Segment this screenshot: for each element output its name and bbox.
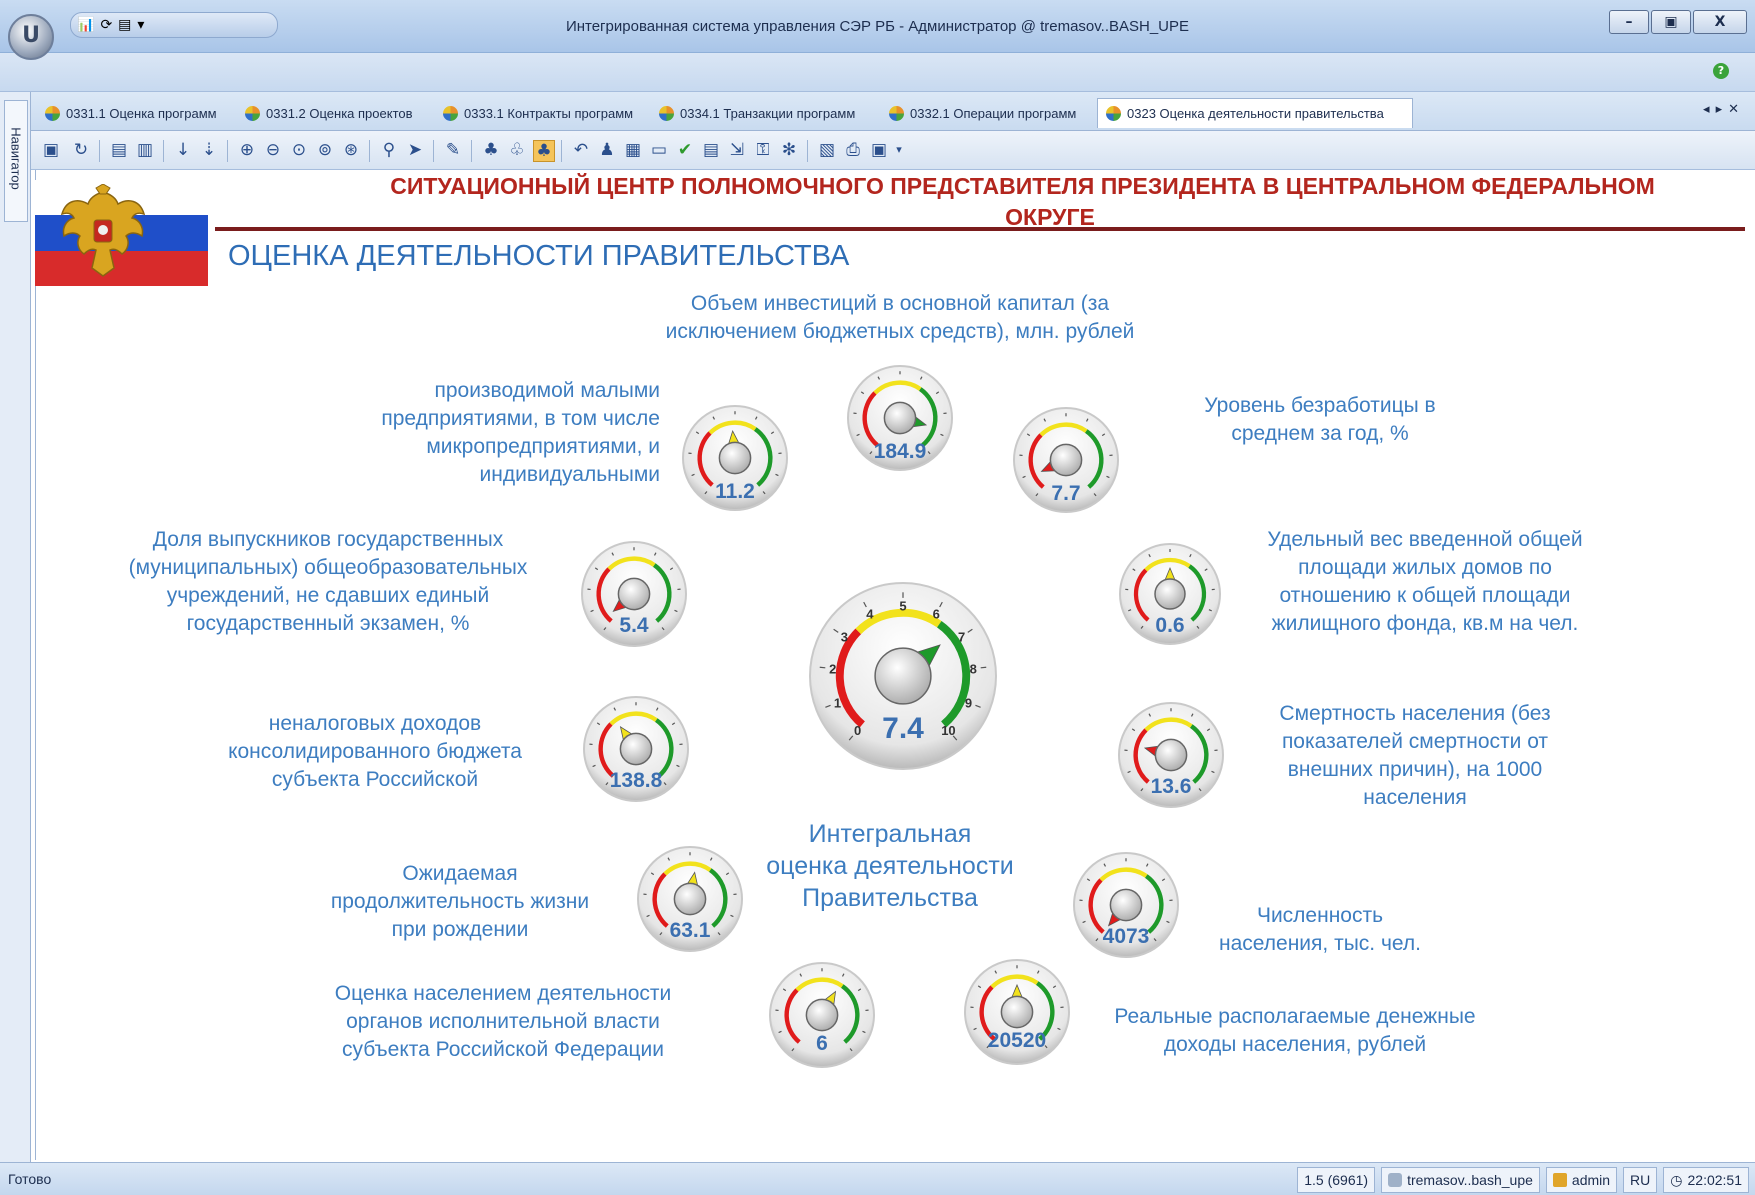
integral-tick-label: 7 [958, 629, 965, 644]
integral-tick-label: 5 [899, 598, 906, 613]
user-icon [1553, 1173, 1567, 1187]
gauge-value: 6 [816, 1032, 828, 1055]
gauge-mortality: 13.6 [1119, 703, 1223, 807]
integral-tick-label: 6 [933, 607, 940, 622]
integral-tick-label: 0 [854, 723, 861, 738]
gauge-income: 20520 [965, 960, 1069, 1064]
integral-tick-label: 9 [965, 695, 972, 710]
gauge-value: 20520 [988, 1029, 1046, 1052]
gauge-investments: 184.9 [848, 366, 952, 470]
gauge-graduates: 5.4 [582, 542, 686, 646]
gauge-nontax: 138.8 [584, 697, 688, 801]
status-panels: 1.5 (6961) tremasov..bash_upe admin RU ◷… [1297, 1167, 1749, 1193]
integral-tick-label: 8 [970, 662, 977, 677]
gauge-knob [1155, 579, 1185, 609]
gauge-small_business: 11.2 [683, 406, 787, 510]
gauge-value: 11.2 [715, 480, 755, 503]
gauge-life: 63.1 [638, 847, 742, 951]
gauge-knob [884, 402, 915, 433]
integral-tick-label: 2 [829, 662, 836, 677]
status-text: Готово [8, 1171, 51, 1187]
gauge-value: 63.1 [670, 919, 711, 942]
integral-tick-label: 10 [941, 723, 955, 738]
gauge-knob [1155, 739, 1186, 770]
integral-tick-label: 1 [834, 695, 841, 710]
integral-tick-label: 4 [866, 607, 874, 622]
gauge-value: 5.4 [619, 614, 649, 637]
gauge-population: 4073 [1074, 853, 1178, 957]
gauge-value: 184.9 [874, 440, 927, 463]
database-icon [1388, 1173, 1402, 1187]
gauge-value: 0.6 [1155, 614, 1184, 637]
gauge-assessment: 6 [770, 963, 874, 1067]
gauge-value: 13.6 [1151, 775, 1192, 798]
gauge-tick [820, 667, 826, 668]
app-menu-button[interactable]: U [8, 14, 54, 60]
user-panel: admin [1546, 1167, 1617, 1193]
clock-panel: ◷22:02:51 [1663, 1167, 1749, 1193]
clock-icon: ◷ [1670, 1170, 1682, 1190]
gauge-unemployment: 7.7 [1014, 408, 1118, 512]
gauge-knob [674, 883, 705, 914]
gauge-knob [1050, 444, 1081, 475]
database-panel: tremasov..bash_upe [1381, 1167, 1540, 1193]
gauge-value: 7.4 [882, 712, 924, 745]
gauge-value: 4073 [1103, 925, 1150, 948]
version-panel: 1.5 (6961) [1297, 1167, 1375, 1193]
gauge-value: 7.7 [1051, 482, 1080, 505]
gauge-knob [719, 442, 750, 473]
gauge-knob [875, 648, 931, 704]
status-bar: Готово 1.5 (6961) tremasov..bash_upe adm… [0, 1162, 1755, 1195]
gauge-housing: 0.6 [1120, 544, 1220, 644]
gauge-knob [1110, 889, 1141, 920]
gauge-layer: 184.911.27.75.40.6138.813.67.463.1407362… [0, 0, 1755, 1194]
language-panel[interactable]: RU [1623, 1167, 1657, 1193]
gauge-knob [618, 578, 649, 609]
integral-tick-label: 3 [841, 629, 848, 644]
gauge-value: 138.8 [610, 769, 663, 792]
gauge-tick [981, 667, 987, 668]
gauge-knob [620, 733, 651, 764]
gauge-knob [1001, 996, 1032, 1027]
gauge-knob [806, 999, 837, 1030]
